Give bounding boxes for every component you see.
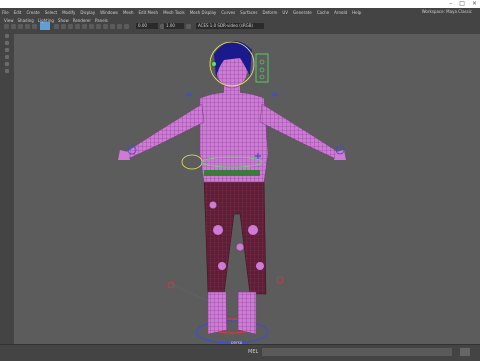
- right-arm[interactable]: [259, 103, 339, 159]
- main-menu-bar: File Edit Create Select Modify Display W…: [0, 8, 480, 16]
- mel-label[interactable]: MEL: [248, 349, 258, 355]
- menu-arnold[interactable]: Arnold: [334, 10, 347, 15]
- minimize-icon[interactable]: –: [449, 0, 452, 8]
- 3d-viewport[interactable]: persp: [14, 34, 480, 345]
- character-head[interactable]: [214, 40, 252, 98]
- pole-vector-right[interactable]: [276, 276, 284, 284]
- menu-mesh-tools[interactable]: Mesh Tools: [163, 10, 185, 15]
- menu-help[interactable]: Help: [352, 10, 361, 15]
- panel-menu-shading[interactable]: Shading: [18, 17, 34, 25]
- panel-menu-lighting[interactable]: Lighting: [38, 17, 54, 25]
- menu-deform[interactable]: Deform: [262, 10, 277, 15]
- select-tool-icon[interactable]: [5, 34, 9, 38]
- paint-select-tool-icon[interactable]: [5, 48, 9, 52]
- eye-control[interactable]: [212, 62, 216, 66]
- menu-display[interactable]: Display: [80, 10, 95, 15]
- menu-curves[interactable]: Curves: [221, 10, 235, 15]
- workspace-selector[interactable]: Workspace: Maya Classic: [422, 8, 472, 16]
- command-line: MEL: [0, 344, 480, 361]
- panel-menu-view[interactable]: View: [4, 17, 14, 25]
- menu-windows[interactable]: Windows: [100, 10, 118, 15]
- hip-control[interactable]: [181, 154, 203, 170]
- rotate-tool-icon[interactable]: [5, 62, 9, 66]
- tool-box: [0, 34, 14, 344]
- scale-tool-icon[interactable]: [5, 69, 9, 73]
- menu-mesh[interactable]: Mesh: [123, 10, 134, 15]
- menu-select[interactable]: Select: [45, 10, 57, 15]
- menu-cache[interactable]: Cache: [317, 10, 329, 15]
- panel-menu-renderer[interactable]: Renderer: [73, 17, 91, 25]
- viewport-scene[interactable]: [14, 34, 480, 344]
- menu-generate[interactable]: Generate: [293, 10, 312, 15]
- menu-uv[interactable]: UV: [282, 10, 288, 15]
- menu-file[interactable]: File: [2, 10, 9, 15]
- menu-create[interactable]: Create: [26, 10, 39, 15]
- panel-menu-panels[interactable]: Panels: [95, 17, 108, 25]
- menu-edit-mesh[interactable]: Edit Mesh: [139, 10, 159, 15]
- belt-control[interactable]: [204, 170, 260, 176]
- panel-menu-show[interactable]: Show: [58, 17, 69, 25]
- character-legs[interactable]: [203, 178, 267, 295]
- menu-mesh-display[interactable]: Mesh Display: [190, 10, 217, 15]
- panel-menu-bar: View Shading Lighting Show Renderer Pane…: [0, 17, 480, 25]
- menu-edit[interactable]: Edit: [14, 10, 22, 15]
- left-shoulder-control[interactable]: [186, 92, 192, 98]
- script-editor-icon[interactable]: [460, 348, 470, 356]
- window-controls: – □ ×: [449, 0, 477, 8]
- maximize-icon[interactable]: □: [459, 0, 465, 8]
- left-arm[interactable]: [125, 103, 205, 159]
- right-shoulder-control[interactable]: [272, 92, 278, 98]
- character-torso[interactable]: [118, 91, 346, 183]
- window-title-bar: – □ ×: [0, 0, 480, 8]
- move-tool-icon[interactable]: [5, 55, 9, 59]
- menu-modify[interactable]: Modify: [62, 10, 75, 15]
- command-input[interactable]: [262, 348, 452, 356]
- close-icon[interactable]: ×: [472, 0, 477, 8]
- lasso-tool-icon[interactable]: [5, 41, 9, 45]
- menu-surfaces[interactable]: Surfaces: [240, 10, 257, 15]
- character-boots[interactable]: [207, 291, 257, 335]
